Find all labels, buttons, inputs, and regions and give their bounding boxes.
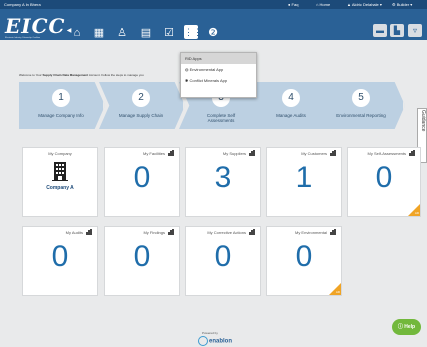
company-label[interactable]: Company A In Bhera [4, 2, 41, 7]
chart-icon[interactable]: ▙ [390, 24, 404, 37]
document-icon[interactable]: ▤ [140, 27, 152, 39]
help-button[interactable]: ⓘ Help [392, 319, 421, 335]
tile-title: My Self-Assessments [367, 151, 406, 156]
top-bar: Company A In Bhera ● Faq ⌂ Home ▲ Aldric… [0, 0, 427, 9]
tile-count: 3 [214, 161, 232, 194]
eicc-logo[interactable]: EICC [5, 14, 65, 38]
step-number: 5 [352, 89, 370, 107]
tile-my-self-assessments[interactable]: My Self-Assessments 0 AD [347, 147, 421, 217]
welcome-message: Welcome to Your Supply Chain Data Manage… [19, 73, 144, 77]
bar-chart-icon[interactable] [330, 150, 336, 156]
step-number: 4 [282, 89, 300, 107]
step-manage-company-info[interactable]: 1 Manage Company Info [19, 82, 105, 129]
step-label: Manage Company Info [38, 113, 84, 118]
step-environmental-reporting[interactable]: 5 Environmental Reporting [319, 82, 405, 129]
tile-my-customers[interactable]: My Customers 1 [266, 147, 342, 217]
home-link[interactable]: ⌂ Home [316, 2, 330, 7]
message-icon[interactable]: ▬ [373, 24, 387, 37]
building-icon[interactable]: ▦ [93, 27, 105, 39]
bar-chart-icon[interactable] [409, 150, 415, 156]
corner-flag-label: AD [335, 290, 340, 294]
tile-my-audits[interactable]: My Audits 0 [22, 226, 98, 296]
tile-count: 0 [51, 240, 69, 273]
user-menu[interactable]: ▲ Aldric Delahale ▾ [347, 2, 382, 7]
step-label: Complete Self Assessments [206, 113, 236, 123]
org-chart-icon[interactable]: ♙ [116, 27, 128, 39]
tile-my-findings[interactable]: My Findings 0 [104, 226, 180, 296]
step-number: 1 [52, 89, 70, 107]
step-label: Manage Audits [276, 113, 306, 118]
menu-item-rid-apps[interactable]: RiD Apps [181, 53, 256, 64]
apps-dropdown-menu: RiD Apps ◍ Environmental App ✱ Conflict … [180, 52, 257, 98]
tile-title: My Corrective Actions [207, 230, 246, 235]
logo-tagline: Electronic Industry Citizenship Coalitio… [5, 37, 41, 39]
tile-my-suppliers[interactable]: My Suppliers 3 [185, 147, 261, 217]
help-icon[interactable]: ❷ [207, 27, 219, 39]
tile-title: My Audits [65, 230, 83, 235]
enablon-logo[interactable]: enablon [198, 336, 232, 346]
question-icon: ⓘ [397, 324, 403, 330]
tile-my-facilities[interactable]: My Facilities 0 [104, 147, 180, 217]
bar-chart-icon[interactable] [330, 229, 336, 235]
minerals-icon: ✱ [185, 78, 189, 83]
tile-title: My Suppliers [222, 151, 246, 156]
faq-link[interactable]: ● Faq [288, 2, 298, 7]
home-icon[interactable]: ⌂ [71, 27, 83, 39]
step-number: 2 [132, 89, 150, 107]
bar-chart-icon[interactable] [168, 150, 174, 156]
company-name: Company A [46, 185, 74, 191]
tile-my-corrective-actions[interactable]: My Corrective Actions 0 [185, 226, 261, 296]
bar-chart-icon[interactable] [86, 229, 92, 235]
bar-chart-icon[interactable] [249, 150, 255, 156]
tile-count: 1 [295, 161, 313, 194]
checkbox-icon[interactable]: ☑ [163, 27, 175, 39]
tile-count: 0 [133, 240, 151, 273]
tile-count: 0 [214, 240, 232, 273]
role-menu[interactable]: ⚙ Builder ▾ [392, 2, 412, 7]
corner-flag-label: AD [414, 211, 419, 215]
tile-title: My Findings [143, 230, 165, 235]
tile-count: 0 [295, 240, 313, 273]
tile-count: 0 [133, 161, 151, 194]
step-label: Manage Supply Chain [118, 113, 164, 118]
tile-title: My Company [48, 151, 72, 156]
tile-my-company[interactable]: My Company Company A [22, 147, 98, 217]
step-label: Environmental Reporting [336, 113, 386, 118]
building-icon [52, 162, 68, 181]
bar-chart-icon[interactable] [249, 229, 255, 235]
globe-icon: ◍ [185, 67, 189, 72]
bar-chart-icon[interactable] [168, 229, 174, 235]
cart-icon[interactable]: ▿ [408, 24, 422, 37]
powered-by-label: Powered by [202, 331, 218, 335]
apps-grid-icon[interactable]: ⋮⋮ [184, 25, 202, 39]
step-manage-supply-chain[interactable]: 2 Manage Supply Chain [99, 82, 185, 129]
tile-title: My Environmental [294, 230, 327, 235]
tile-title: My Facilities [142, 151, 165, 156]
tile-my-environmental[interactable]: My Environmental 0 AD [266, 226, 342, 296]
tile-title: My Customers [301, 151, 327, 156]
menu-item-environmental-app[interactable]: ◍ Environmental App [181, 64, 256, 75]
menu-item-conflict-minerals-app[interactable]: ✱ Conflict Minerals App [181, 75, 256, 86]
tile-count: 0 [375, 161, 393, 194]
